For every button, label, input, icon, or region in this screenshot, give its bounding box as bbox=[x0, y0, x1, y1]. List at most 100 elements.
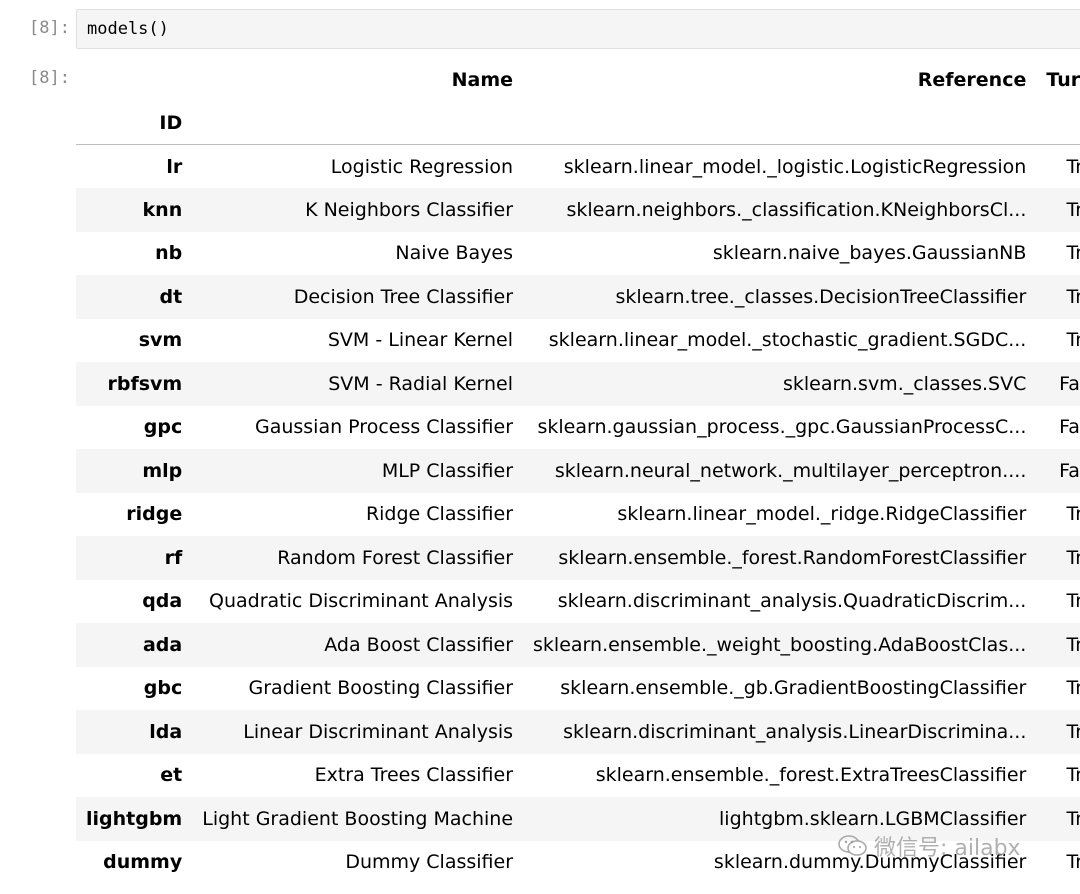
row-name: SVM - Linear Kernel bbox=[327, 329, 514, 352]
row-turbo: True bbox=[1066, 503, 1080, 526]
row-id: svm bbox=[138, 329, 183, 352]
row-reference: sklearn.discriminant_analysis.QuadraticD… bbox=[557, 590, 1027, 613]
row-turbo: False bbox=[1059, 459, 1080, 482]
row-id: ada bbox=[142, 633, 183, 656]
row-name: Dummy Classifier bbox=[345, 851, 514, 874]
row-id: et bbox=[160, 764, 183, 787]
row-turbo: True bbox=[1066, 546, 1080, 569]
table-body: lr Logistic Regression sklearn.linear_mode… bbox=[76, 145, 1080, 885]
table-row: gbc Gradient Boosting Classifier sklearn.e… bbox=[76, 667, 1080, 711]
row-id: ridge bbox=[126, 503, 183, 526]
table-row: qda Quadratic Discriminant Analysis sklear… bbox=[76, 580, 1080, 624]
row-id: dummy bbox=[103, 851, 183, 874]
row-reference: sklearn.discriminant_analysis.LinearDisc… bbox=[563, 720, 1027, 743]
row-name: Quadratic Discriminant Analysis bbox=[209, 590, 514, 613]
row-name: Linear Discriminant Analysis bbox=[243, 720, 514, 743]
models-dataframe: Name Reference Turbo ID lr Logistic Regre… bbox=[76, 58, 1080, 884]
row-id: qda bbox=[142, 590, 183, 613]
row-reference: sklearn.neighbors._classification.KNeigh… bbox=[566, 198, 1027, 221]
table-row: lr Logistic Regression sklearn.linear_mode… bbox=[76, 145, 1080, 189]
row-name: Light Gradient Boosting Machine bbox=[202, 807, 514, 830]
row-id: gpc bbox=[143, 416, 183, 439]
row-reference: sklearn.neural_network._multilayer_perce… bbox=[554, 459, 1027, 482]
row-turbo: True bbox=[1066, 155, 1080, 178]
index-header-row: ID bbox=[76, 101, 1080, 145]
row-id: knn bbox=[142, 198, 183, 221]
row-id: rbfsvm bbox=[107, 372, 183, 395]
row-reference: sklearn.svm._classes.SVC bbox=[782, 372, 1027, 395]
row-turbo: True bbox=[1066, 851, 1080, 874]
row-reference: sklearn.tree._classes.DecisionTreeClassi… bbox=[615, 285, 1027, 308]
row-name: Ada Boost Classifier bbox=[324, 633, 514, 656]
table-row: et Extra Trees Classifier sklearn.ensemble… bbox=[76, 754, 1080, 798]
row-id: mlp bbox=[142, 459, 183, 482]
row-turbo: True bbox=[1066, 720, 1080, 743]
input-prompt: [8]: bbox=[29, 18, 70, 38]
row-turbo: True bbox=[1066, 242, 1080, 265]
row-turbo: True bbox=[1066, 807, 1080, 830]
table-row: dt Decision Tree Classifier sklearn.tree._… bbox=[76, 275, 1080, 319]
row-id: lightgbm bbox=[86, 807, 183, 830]
table-row: knn K Neighbors Classifier sklearn.neighbo… bbox=[76, 188, 1080, 232]
column-header-reference: Reference bbox=[917, 68, 1027, 91]
empty-header-cell bbox=[523, 101, 1036, 145]
row-name: Gradient Boosting Classifier bbox=[248, 677, 514, 700]
blank-header-cell bbox=[76, 58, 192, 101]
row-reference: sklearn.dummy.DummyClassifier bbox=[713, 851, 1027, 874]
table-row: ada Ada Boost Classifier sklearn.ensemble.… bbox=[76, 623, 1080, 667]
table-row: ridge Ridge Classifier sklearn.linear_mode… bbox=[76, 493, 1080, 537]
row-id: gbc bbox=[143, 677, 183, 700]
row-name: Gaussian Process Classifier bbox=[254, 416, 514, 439]
table-row: rbfsvm SVM - Radial Kernel sklearn.svm._cl… bbox=[76, 362, 1080, 406]
row-turbo: True bbox=[1066, 198, 1080, 221]
row-reference: sklearn.linear_model._stochastic_gradien… bbox=[548, 329, 1027, 352]
code-input-cell[interactable]: models() bbox=[76, 9, 1080, 49]
column-header-row: Name Reference Turbo bbox=[76, 58, 1080, 101]
table-row: svm SVM - Linear Kernel sklearn.linear_mod… bbox=[76, 319, 1080, 363]
table-row: mlp MLP Classifier sklearn.neural_network.… bbox=[76, 449, 1080, 493]
row-id: lr bbox=[166, 155, 183, 178]
row-reference: sklearn.ensemble._weight_boosting.AdaBoo… bbox=[533, 633, 1027, 656]
row-id: nb bbox=[155, 242, 183, 265]
row-turbo: False bbox=[1059, 372, 1080, 395]
output-prompt: [8]: bbox=[29, 68, 70, 88]
row-id: lda bbox=[149, 720, 183, 743]
row-turbo: True bbox=[1066, 329, 1080, 352]
row-name: Naive Bayes bbox=[395, 242, 514, 265]
empty-header-cell bbox=[1036, 101, 1080, 145]
row-name: K Neighbors Classifier bbox=[305, 198, 514, 221]
row-turbo: True bbox=[1066, 633, 1080, 656]
row-reference: sklearn.linear_model._logistic.LogisticR… bbox=[563, 155, 1027, 178]
row-id: rf bbox=[164, 546, 183, 569]
row-name: Extra Trees Classifier bbox=[314, 764, 514, 787]
row-name: SVM - Radial Kernel bbox=[328, 372, 514, 395]
row-name: Decision Tree Classifier bbox=[293, 285, 514, 308]
row-reference: sklearn.ensemble._gb.GradientBoostingCla… bbox=[560, 677, 1027, 700]
row-turbo: True bbox=[1066, 590, 1080, 613]
empty-header-cell bbox=[192, 101, 523, 145]
row-name: Ridge Classifier bbox=[365, 503, 514, 526]
code-text: models() bbox=[87, 19, 169, 39]
row-name: MLP Classifier bbox=[381, 459, 514, 482]
table-row: rf Random Forest Classifier sklearn.ensemb… bbox=[76, 536, 1080, 580]
row-reference: sklearn.gaussian_process._gpc.GaussianPr… bbox=[537, 416, 1027, 439]
row-reference: sklearn.linear_model._ridge.RidgeClassif… bbox=[617, 503, 1027, 526]
table-row: nb Naive Bayes sklearn.naive_bayes.Gaussia… bbox=[76, 232, 1080, 276]
row-turbo: False bbox=[1059, 416, 1080, 439]
index-name-header: ID bbox=[159, 111, 183, 134]
table-row: dummy Dummy Classifier sklearn.dummy.Dummy… bbox=[76, 841, 1080, 885]
row-reference: sklearn.naive_bayes.GaussianNB bbox=[712, 242, 1027, 265]
table-row: lda Linear Discriminant Analysis sklearn.d… bbox=[76, 710, 1080, 754]
column-header-turbo: Turbo bbox=[1046, 68, 1080, 91]
row-turbo: True bbox=[1066, 764, 1080, 787]
row-reference: sklearn.ensemble._forest.RandomForestCla… bbox=[558, 546, 1027, 569]
row-name: Random Forest Classifier bbox=[277, 546, 514, 569]
table-row: gpc Gaussian Process Classifier sklearn.ga… bbox=[76, 406, 1080, 450]
column-header-name: Name bbox=[451, 68, 514, 91]
row-name: Logistic Regression bbox=[330, 155, 514, 178]
row-turbo: True bbox=[1066, 677, 1080, 700]
row-reference: sklearn.ensemble._forest.ExtraTreesClass… bbox=[595, 764, 1027, 787]
row-id: dt bbox=[159, 285, 183, 308]
table-row: lightgbm Light Gradient Boosting Machine l… bbox=[76, 797, 1080, 841]
row-reference: lightgbm.sklearn.LGBMClassifier bbox=[719, 807, 1027, 830]
